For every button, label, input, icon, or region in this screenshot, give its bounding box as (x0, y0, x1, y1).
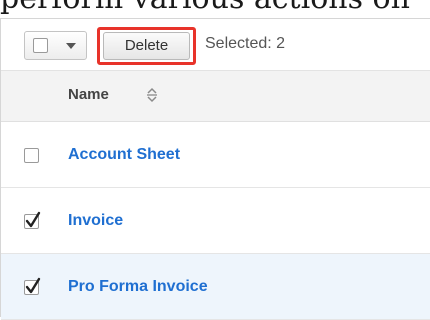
row-link[interactable]: Pro Forma Invoice (68, 278, 208, 296)
row-link[interactable]: Account Sheet (68, 146, 180, 164)
delete-button[interactable]: Delete (103, 32, 190, 60)
row-checkbox[interactable] (24, 148, 39, 163)
table-row[interactable]: Account Sheet (1, 122, 430, 188)
column-header-name[interactable]: Name (68, 86, 109, 103)
select-all-dropdown[interactable] (24, 31, 87, 60)
selected-count: Selected: 2 (205, 35, 286, 52)
list-panel: Delete Selected: 2 Name Account Sheet In… (0, 18, 430, 320)
sort-icon[interactable] (146, 87, 158, 103)
check-icon (25, 277, 41, 294)
row-link[interactable]: Invoice (68, 212, 123, 230)
page-caption-text: perform various actions on (0, 0, 430, 20)
table-header: Name (1, 71, 430, 122)
row-checkbox[interactable] (24, 277, 41, 295)
check-icon (25, 211, 41, 228)
row-checkbox[interactable] (24, 211, 41, 229)
table-row[interactable]: Invoice (1, 188, 430, 254)
list-toolbar: Delete Selected: 2 (1, 19, 430, 71)
chevron-down-icon[interactable] (66, 43, 76, 49)
table-row[interactable]: Pro Forma Invoice (1, 254, 430, 320)
select-all-checkbox[interactable] (33, 38, 48, 53)
